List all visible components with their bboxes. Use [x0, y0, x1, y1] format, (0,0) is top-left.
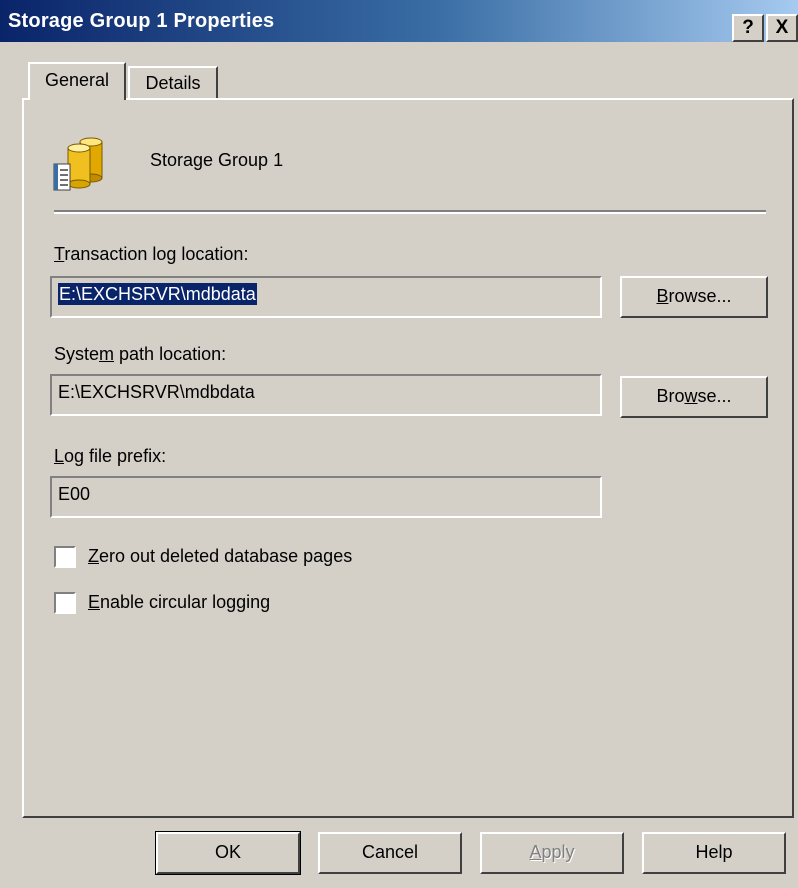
tab-details-label: Details	[145, 73, 201, 93]
title-bar: Storage Group 1 Properties ? X	[0, 0, 798, 42]
help-button[interactable]: ?	[732, 14, 764, 42]
tab-general-label: General	[44, 70, 110, 90]
tab-general[interactable]: General	[28, 62, 126, 100]
close-button[interactable]: X	[766, 14, 798, 42]
ok-button[interactable]: OK	[155, 831, 301, 875]
window-title: Storage Group 1 Properties	[8, 10, 275, 32]
apply-button[interactable]: Apply	[480, 832, 624, 874]
general-tab-panel	[22, 98, 794, 818]
tab-details[interactable]: Details	[128, 66, 218, 100]
help-dialog-button[interactable]: Help	[642, 832, 786, 874]
cancel-button[interactable]: Cancel	[318, 832, 462, 874]
